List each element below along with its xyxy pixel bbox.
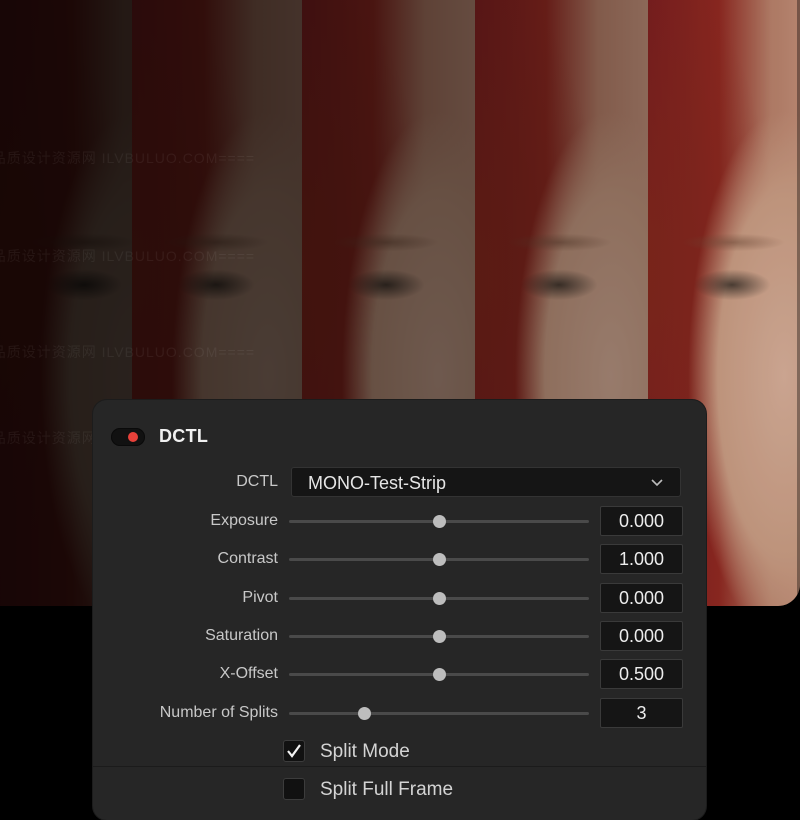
pivot-slider-thumb[interactable] — [433, 592, 446, 605]
split-full-frame-checkbox[interactable] — [283, 778, 305, 800]
toggle-dot-icon — [128, 432, 138, 442]
split-mode-row: Split Mode — [283, 740, 583, 766]
panel-title: DCTL — [159, 426, 209, 446]
contrast-label: Contrast — [217, 550, 278, 567]
exposure-label: Exposure — [210, 512, 278, 529]
dctl-row: DCTL MONO-Test-Strip — [93, 467, 706, 497]
pivot-row: Pivot 0.000 — [93, 583, 706, 613]
enable-toggle[interactable] — [111, 428, 145, 446]
watermark-text: ====高品质设计资源网 ILVBULUO.COM==== — [0, 150, 256, 166]
watermark-text: ====高品质设计资源网 ILVBULUO.COM==== — [0, 248, 256, 264]
splits-row: Number of Splits 3 — [93, 698, 706, 728]
exposure-slider-thumb[interactable] — [433, 515, 446, 528]
x-offset-slider-thumb[interactable] — [433, 668, 446, 681]
splits-slider-thumb[interactable] — [358, 707, 371, 720]
contrast-value-field[interactable]: 1.000 — [600, 544, 683, 574]
watermark-text: ====高品质设计资源网 ILVBULUO.COM==== — [0, 344, 256, 360]
chevron-down-icon — [651, 479, 663, 487]
dctl-dropdown[interactable]: MONO-Test-Strip — [291, 467, 681, 497]
saturation-row: Saturation 0.000 — [93, 621, 706, 651]
split-mode-label: Split Mode — [320, 741, 410, 762]
split-mode-checkbox[interactable] — [283, 740, 305, 762]
exposure-row: Exposure 0.000 — [93, 506, 706, 536]
pivot-value-field[interactable]: 0.000 — [600, 583, 683, 613]
saturation-slider-thumb[interactable] — [433, 630, 446, 643]
x-offset-label: X-Offset — [219, 665, 278, 682]
contrast-row: Contrast 1.000 — [93, 544, 706, 574]
exposure-value-field[interactable]: 0.000 — [600, 506, 683, 536]
dctl-dropdown-value: MONO-Test-Strip — [308, 473, 447, 493]
panel-header: DCTL — [93, 420, 706, 454]
dctl-panel: DCTL DCTL MONO-Test-Strip Exposure 0.000 C… — [93, 400, 706, 820]
divider — [93, 766, 706, 767]
split-full-frame-row: Split Full Frame — [283, 778, 583, 804]
x-offset-row: X-Offset 0.500 — [93, 659, 706, 689]
split-full-frame-label: Split Full Frame — [320, 779, 454, 800]
dctl-label: DCTL — [236, 473, 278, 490]
splits-slider[interactable] — [289, 712, 589, 715]
saturation-value-field[interactable]: 0.000 — [600, 621, 683, 651]
saturation-label: Saturation — [205, 627, 278, 644]
pivot-label: Pivot — [242, 589, 278, 606]
contrast-slider-thumb[interactable] — [433, 553, 446, 566]
checkmark-icon — [287, 744, 301, 758]
splits-value-field[interactable]: 3 — [600, 698, 683, 728]
x-offset-value-field[interactable]: 0.500 — [600, 659, 683, 689]
splits-label: Number of Splits — [159, 704, 278, 721]
